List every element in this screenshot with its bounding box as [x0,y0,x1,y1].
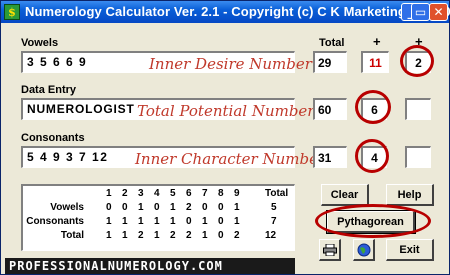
plus-header-1: + [373,34,381,49]
grid-column-header: 5 [170,188,176,199]
printer-icon [322,243,337,256]
grid-cell: 1 [138,216,144,227]
grid-cell: 0 [154,202,160,213]
grid-cell: 0 [218,202,224,213]
window-title: Numerology Calculator Ver. 2.1 - Copyrig… [25,4,450,19]
grid-cell: 1 [154,230,160,241]
exit-button[interactable]: Exit [386,239,434,261]
grid-cell: 1 [106,230,112,241]
consonants-highlight-circle [355,139,389,173]
consonants-label: Consonants [21,132,85,144]
grid-cell: 2 [186,230,192,241]
grid-cell: 5 [271,202,277,213]
app-window: $ Numerology Calculator Ver. 2.1 - Copyr… [0,0,450,275]
grid-cell: 1 [122,216,128,227]
grid-cell: 1 [234,216,240,227]
grid-column-header: 6 [186,188,192,199]
grid-row-label: Consonants [26,216,84,227]
grid-column-header: 4 [154,188,160,199]
grid-cell: 0 [218,216,224,227]
grid-cell: 2 [138,230,144,241]
grid-cell: 1 [106,216,112,227]
grid-row-label: Vowels [50,202,84,213]
frequency-grid: 1 2 3 4 5 6 7 8 9 Total Vowels 0 0 1 0 1 2 0 0 1 5 Consonants… [21,184,295,251]
close-icon[interactable]: ✕ [429,3,448,21]
globe-button[interactable] [353,239,375,261]
total-header: Total [319,37,345,49]
grid-column-header: 7 [202,188,208,199]
title-bar[interactable]: $ Numerology Calculator Ver. 2.1 - Copyr… [1,1,450,23]
globe-icon [357,243,370,256]
print-button[interactable] [319,239,341,261]
grid-column-header: 9 [234,188,240,199]
consonants-total[interactable]: 31 [313,146,347,168]
grid-cell: 0 [202,202,208,213]
footer-website-banner: PROFESSIONALNUMEROLOGY.COM [5,258,295,274]
grid-column-header: 1 [106,188,112,199]
clear-button[interactable]: Clear [321,184,369,206]
pythagorean-highlight-oval [315,204,431,238]
grid-cell: 0 [218,230,224,241]
grid-cell: 0 [186,216,192,227]
grid-cell: 1 [122,230,128,241]
total-potential-caption: Total Potential Number [137,102,315,120]
entry-total[interactable]: 60 [313,98,347,120]
vowels-total[interactable]: 29 [313,51,347,73]
app-dollar-icon: $ [4,4,20,20]
vowels-value: 3 5 6 6 9 [27,55,88,69]
entry-highlight-circle [355,90,391,124]
grid-column-header: 8 [218,188,224,199]
inner-character-caption: Inner Character Number [135,150,326,168]
data-entry-value: NUMEROLOGIST [27,102,135,116]
grid-cell: 2 [170,230,176,241]
grid-cell: 1 [234,202,240,213]
vowels-highlight-circle [400,45,434,77]
grid-cell: 1 [202,216,208,227]
grid-column-header: Total [265,188,289,199]
grid-cell: 2 [186,202,192,213]
consonants-value: 5 4 9 3 7 12 [27,150,109,164]
consonants-reduce-2[interactable] [405,146,431,168]
grid-cell: 7 [271,216,277,227]
grid-cell: 1 [138,202,144,213]
help-button[interactable]: Help [386,184,434,206]
entry-reduce-2[interactable] [405,98,431,120]
grid-cell: 2 [234,230,240,241]
vowels-label: Vowels [21,37,59,49]
grid-cell: 1 [170,202,176,213]
data-entry-label: Data Entry [21,84,77,96]
vowels-reduce-1[interactable]: 11 [361,51,389,73]
grid-cell: 1 [202,230,208,241]
grid-cell: 0 [122,202,128,213]
grid-column-header: 2 [122,188,128,199]
maximize-icon[interactable]: ▭ [411,3,430,21]
grid-cell: 0 [106,202,112,213]
grid-cell: 12 [265,230,277,241]
inner-desire-caption: Inner Desire Number [149,55,312,73]
grid-cell: 1 [170,216,176,227]
grid-column-header: 3 [138,188,144,199]
grid-cell: 1 [154,216,160,227]
grid-row-label: Total [60,230,84,241]
